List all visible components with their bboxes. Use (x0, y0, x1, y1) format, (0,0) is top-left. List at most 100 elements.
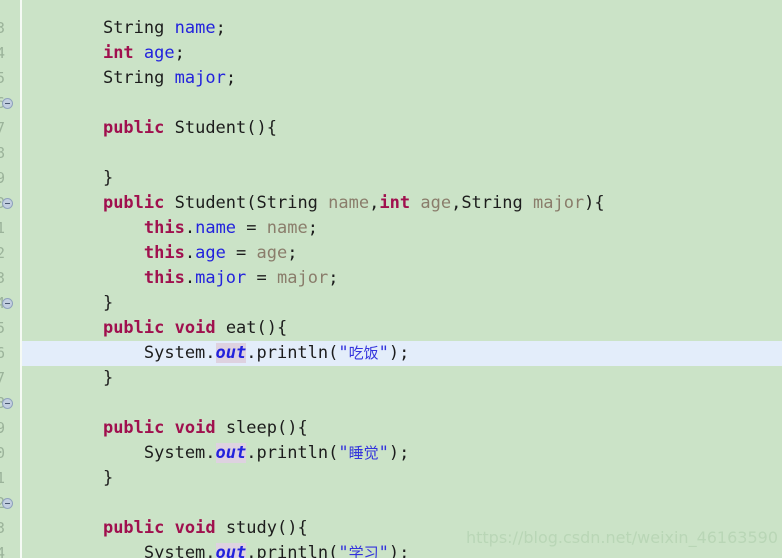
code-token: } (62, 468, 114, 488)
gutter-separator (20, 0, 22, 558)
code-token: out (215, 343, 247, 363)
line-number: 23 (0, 519, 5, 537)
code-token: name (266, 218, 308, 238)
code-line[interactable]: String name; (22, 16, 782, 41)
code-token: age (195, 243, 226, 263)
code-token: ){ (584, 193, 605, 213)
code-token: void (174, 418, 216, 438)
line-number: 24 (0, 544, 5, 558)
line-number: 13 (0, 269, 5, 287)
code-token: " (378, 343, 389, 363)
code-token: " (338, 543, 349, 558)
code-line[interactable]: this.major = major; (22, 266, 782, 291)
code-token: = (236, 218, 267, 238)
code-token: ; (287, 243, 298, 263)
fold-collapse-icon[interactable] (2, 298, 13, 309)
code-token: public (102, 418, 165, 438)
code-token: System. (62, 543, 216, 558)
code-token: Student(){ (164, 118, 277, 138)
line-number: 4 (0, 44, 5, 62)
code-token: .println( (246, 543, 339, 558)
code-token: 吃饭 (348, 344, 379, 362)
line-number: 17 (0, 369, 5, 387)
code-line[interactable] (22, 91, 782, 116)
code-line[interactable]: public void sleep(){ (22, 416, 782, 441)
code-token: " (378, 543, 389, 558)
code-token: System. (62, 443, 216, 463)
line-number: 8 (0, 144, 5, 162)
code-token: study(){ (215, 518, 308, 538)
code-line[interactable]: } (22, 366, 782, 391)
code-line[interactable]: System.out.println("吃饭"); (22, 341, 782, 366)
code-token: age (256, 243, 288, 263)
code-line[interactable]: } (22, 466, 782, 491)
code-token: major (532, 193, 585, 213)
code-token: " (338, 343, 349, 363)
code-line[interactable]: } (22, 291, 782, 316)
code-token: ; (174, 43, 185, 63)
code-line[interactable]: int age; (22, 41, 782, 66)
code-token: this (143, 218, 185, 238)
code-token: , (369, 193, 380, 213)
code-text-area[interactable]: String name; int age; String major; publ… (22, 0, 782, 558)
code-line[interactable] (22, 141, 782, 166)
code-line[interactable]: } (22, 166, 782, 191)
code-token: ); (388, 443, 410, 463)
code-editor[interactable]: 345678910111213141516171819202122232425 … (0, 0, 782, 558)
code-token: } (62, 368, 114, 388)
code-token: ; (328, 268, 339, 288)
code-token: String (102, 18, 165, 38)
code-token: major (195, 268, 247, 288)
code-token: } (62, 293, 114, 313)
code-token: void (174, 318, 216, 338)
line-number: 19 (0, 419, 5, 437)
code-token: name (174, 18, 216, 38)
code-token: out (215, 543, 247, 558)
code-line[interactable]: String major; (22, 66, 782, 91)
code-line[interactable] (22, 491, 782, 516)
code-line[interactable]: public Student(String name,int age,Strin… (22, 191, 782, 216)
code-token: int (102, 43, 134, 63)
line-number: 9 (0, 169, 5, 187)
code-token: out (215, 443, 247, 463)
code-line[interactable]: this.age = age; (22, 241, 782, 266)
code-line[interactable]: System.out.println("学习"); (22, 541, 782, 558)
code-token: , (451, 193, 462, 213)
code-line[interactable]: this.name = name; (22, 216, 782, 241)
fold-collapse-icon[interactable] (2, 398, 13, 409)
code-token: 学习 (348, 544, 379, 558)
code-line[interactable]: System.out.println("睡觉"); (22, 441, 782, 466)
code-token: String (102, 68, 165, 88)
line-number: 3 (0, 19, 5, 37)
code-token: ; (307, 218, 318, 238)
fold-collapse-icon[interactable] (2, 498, 13, 509)
code-token: public (102, 118, 165, 138)
fold-collapse-icon[interactable] (2, 98, 13, 109)
code-token: ; (225, 68, 237, 88)
fold-collapse-icon[interactable] (2, 198, 13, 209)
code-token: System. (62, 343, 216, 363)
code-line[interactable] (22, 391, 782, 416)
line-number: 20 (0, 444, 5, 462)
code-line[interactable]: public void study(){ (22, 516, 782, 541)
code-token: void (174, 518, 216, 538)
code-line[interactable]: public void eat(){ (22, 316, 782, 341)
code-line[interactable]: public Student(){ (22, 116, 782, 141)
code-token: " (378, 443, 389, 463)
editor-gutter[interactable]: 345678910111213141516171819202122232425 (0, 0, 20, 558)
code-token: major (174, 68, 226, 88)
code-token: ); (388, 343, 410, 363)
code-token: public (102, 193, 165, 213)
